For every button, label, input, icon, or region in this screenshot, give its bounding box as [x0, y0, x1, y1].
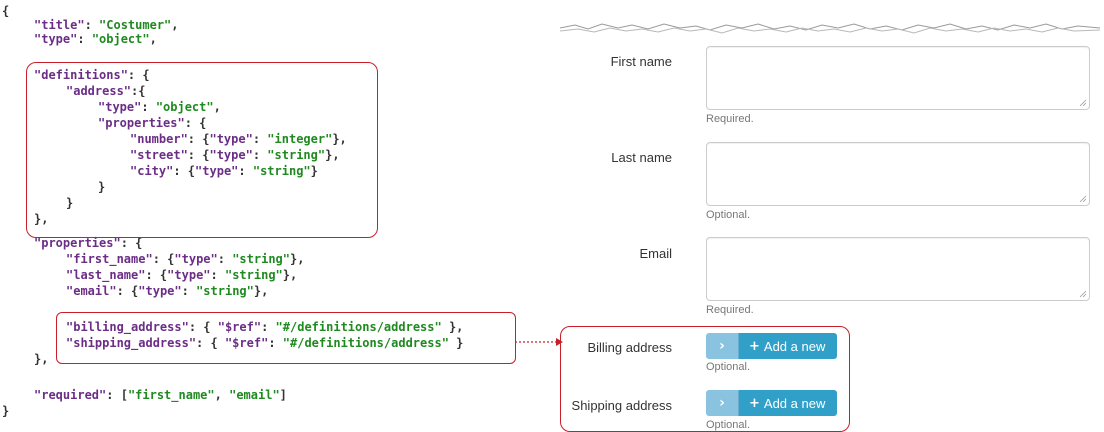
email-label: Email	[639, 246, 672, 261]
last-name-help: Optional.	[706, 209, 751, 221]
resize-grip-icon[interactable]	[1079, 290, 1087, 298]
resize-grip-icon[interactable]	[1079, 99, 1087, 107]
code-line: {	[2, 4, 9, 18]
type-value: "object"	[91, 32, 150, 46]
refs-highlight-box	[56, 312, 516, 364]
code-line: "required": ["first_name", "email"]	[34, 388, 287, 402]
email-textarea[interactable]	[706, 237, 1090, 301]
definitions-highlight-box	[26, 62, 378, 238]
first-name-key: "first_name"	[66, 252, 153, 266]
code-line: "type": "object",	[34, 32, 157, 46]
code-line: "properties": {	[34, 236, 143, 250]
code-line: }	[2, 404, 9, 418]
code-line: "email": {"type": "string"},	[66, 284, 269, 298]
first-name-textarea[interactable]	[706, 46, 1090, 110]
title-key: "title"	[34, 18, 85, 32]
required-key: "required"	[34, 388, 107, 402]
open-brace: {	[2, 4, 10, 18]
torn-edge	[560, 23, 1100, 34]
last-name-type-value: "string"	[224, 268, 283, 282]
last-name-textarea[interactable]	[706, 142, 1090, 206]
rendered-form: First name Required. Last name Optional.…	[560, 40, 1104, 432]
email-type-value: "string"	[196, 284, 254, 298]
first-name-type-value: "string"	[232, 252, 290, 266]
close-brace: }	[2, 404, 10, 418]
first-name-help: Required.	[706, 113, 754, 125]
code-line: "title": "Costumer",	[34, 18, 179, 32]
required-first: "first_name"	[127, 388, 215, 402]
resize-grip-icon[interactable]	[1079, 195, 1087, 203]
email-key: "email"	[66, 284, 117, 298]
required-second: "email"	[229, 388, 280, 402]
schema-code-panel: { "title": "Costumer", "type": "object",…	[0, 0, 540, 432]
link-arrow-icon	[515, 338, 563, 346]
last-name-key: "last_name"	[66, 268, 146, 282]
code-line: "first_name": {"type": "string"},	[66, 252, 305, 266]
code-line: "last_name": {"type": "string"},	[66, 268, 298, 282]
first-name-type-key: "type"	[174, 252, 218, 266]
properties-key: "properties"	[34, 236, 121, 250]
address-fields-highlight-box	[560, 326, 850, 432]
email-type-key: "type"	[138, 284, 182, 298]
last-name-type-key: "type"	[167, 268, 211, 282]
last-name-label: Last name	[611, 150, 672, 165]
email-help: Required.	[706, 304, 754, 316]
title-value: "Costumer"	[99, 18, 172, 32]
first-name-label: First name	[610, 54, 672, 69]
code-line: },	[34, 352, 49, 366]
type-key: "type"	[34, 32, 78, 46]
